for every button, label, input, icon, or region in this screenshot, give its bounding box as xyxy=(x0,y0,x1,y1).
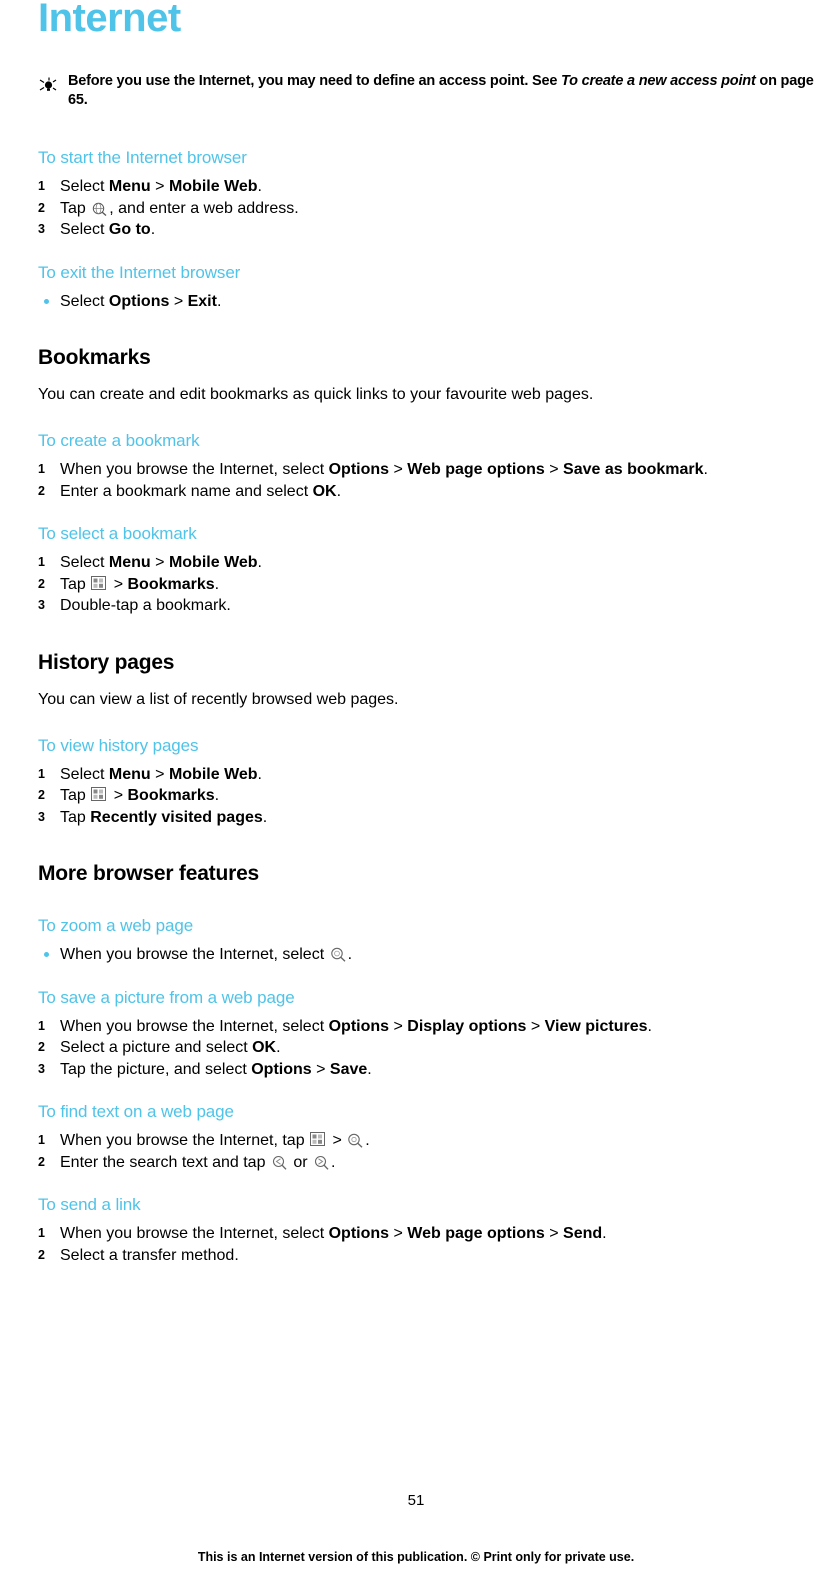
steps-to-start-internet-browser: 1 Select Menu > Mobile Web. 2 Tap , and en… xyxy=(38,176,828,241)
page-content: Before you use the Internet, you may nee… xyxy=(38,72,828,1266)
list-item: 1 Select Menu > Mobile Web. xyxy=(38,176,828,198)
step-number: 1 xyxy=(38,766,45,781)
list-item: 2 Tap , and enter a web address. xyxy=(38,198,828,220)
step-number: 1 xyxy=(38,179,45,193)
page-number: 51 xyxy=(407,1492,425,1509)
list-item: Select Options > Exit. xyxy=(38,291,828,313)
heading-to-view-history-pages: To view history pages xyxy=(38,735,199,755)
step-number: 1 xyxy=(38,1018,45,1033)
list-item: 1 When you browse the Internet, select Op… xyxy=(38,459,828,481)
list-item: 3 Tap the picture, and select Options > S… xyxy=(38,1059,828,1081)
steps-to-zoom-a-web-page: When you browse the Internet, select . xyxy=(38,944,828,966)
list-item: 3 Tap Recently visited pages. xyxy=(38,807,828,829)
steps-to-send-a-link: 1 When you browse the Internet, select Op… xyxy=(38,1223,828,1266)
list-item: 1 When you browse the Internet, select Op… xyxy=(38,1223,828,1245)
heading-to-zoom-a-web-page: To zoom a web page xyxy=(38,916,194,935)
bookmarks-body: You can create and edit bookmarks as qui… xyxy=(38,386,594,403)
step-number: 1 xyxy=(38,555,45,569)
heading-bookmarks: Bookmarks xyxy=(38,346,151,369)
step-number: 2 xyxy=(38,1040,45,1054)
step-number: 2 xyxy=(38,483,45,498)
bullet-icon xyxy=(44,298,49,304)
steps-to-select-a-bookmark: 1 Select Menu > Mobile Web. 2 Tap > Bookma… xyxy=(38,552,828,617)
step-number: 2 xyxy=(38,1154,45,1169)
step-number: 1 xyxy=(38,462,45,476)
list-item: 2 Select a transfer method. xyxy=(38,1245,828,1267)
tip-text-part-1: Before you use the Internet, you may nee… xyxy=(68,73,562,89)
heading-to-save-a-picture-from-a-web-page: To save a picture from a web page xyxy=(38,987,295,1007)
list-item: 2 Select a picture and select OK. xyxy=(38,1037,828,1059)
steps-to-create-a-bookmark: 1 When you browse the Internet, select Op… xyxy=(38,459,828,502)
list-item: 2 Tap > Bookmarks. xyxy=(38,785,828,807)
history-pages-body: You can view a list of recently browsed … xyxy=(38,690,399,708)
step-number: 1 xyxy=(38,1133,45,1147)
zoom-icon xyxy=(330,946,347,962)
list-item: 3 Double-tap a bookmark. xyxy=(38,595,828,617)
document-page: Internet Before you use the Internet, yo… xyxy=(0,0,832,1585)
step-number: 2 xyxy=(38,200,45,215)
list-item: 1 Select Menu > Mobile Web. xyxy=(38,552,828,574)
step-number: 2 xyxy=(38,788,45,802)
page-title: Internet xyxy=(38,0,181,40)
find-prev-icon xyxy=(271,1154,288,1170)
heading-more-browser-features: More browser features xyxy=(38,862,260,885)
find-next-icon xyxy=(313,1154,330,1170)
heading-to-start-internet-browser: To start the Internet browser xyxy=(38,148,247,167)
tip-text-emphasis: To create a new access point xyxy=(561,73,756,89)
heading-to-find-text-on-a-web-page: To find text on a web page xyxy=(38,1102,234,1121)
heading-to-send-a-link: To send a link xyxy=(38,1195,141,1214)
tip-note-text: Before you use the Internet, you may nee… xyxy=(68,72,828,110)
list-item: 1 When you browse the Internet, select Op… xyxy=(38,1016,828,1038)
step-number: 3 xyxy=(38,809,45,824)
bookmark-grid-icon xyxy=(91,787,108,803)
bullet-icon xyxy=(44,952,49,957)
heading-to-create-a-bookmark: To create a bookmark xyxy=(38,431,200,450)
tip-note: Before you use the Internet, you may nee… xyxy=(38,72,828,110)
list-item: 2 Enter the search text and tap or . xyxy=(38,1152,828,1174)
step-number: 3 xyxy=(38,1061,45,1076)
find-icon xyxy=(347,1132,364,1148)
list-item: 2 Enter a bookmark name and select OK. xyxy=(38,481,828,503)
list-item: When you browse the Internet, select . xyxy=(38,944,828,966)
steps-to-save-a-picture-from-a-web-page: 1 When you browse the Internet, select Op… xyxy=(38,1016,828,1081)
bookmark-grid-icon xyxy=(91,575,108,592)
globe-pencil-icon xyxy=(91,200,108,216)
steps-to-view-history-pages: 1 Select Menu > Mobile Web. 2 Tap > Bookma… xyxy=(38,764,828,829)
heading-history-pages: History pages xyxy=(38,650,175,674)
footer-note: This is an Internet version of this publ… xyxy=(197,1550,635,1564)
step-number: 2 xyxy=(38,1247,45,1262)
list-item: 1 Select Menu > Mobile Web. xyxy=(38,764,828,786)
steps-to-exit-internet-browser: Select Options > Exit. xyxy=(38,291,828,313)
step-number: 2 xyxy=(38,576,45,591)
tip-bulb-icon xyxy=(38,72,68,98)
step-number: 3 xyxy=(38,222,45,236)
bookmark-grid-icon xyxy=(310,1132,327,1148)
list-item: 3 Select Go to. xyxy=(38,219,828,241)
step-number: 3 xyxy=(38,598,45,612)
heading-to-select-a-bookmark: To select a bookmark xyxy=(38,524,197,543)
list-item: 1 When you browse the Internet, tap > . xyxy=(38,1130,828,1152)
step-number: 1 xyxy=(38,1226,45,1240)
list-item: 2 Tap > Bookmarks. xyxy=(38,574,828,596)
steps-to-find-text-on-a-web-page: 1 When you browse the Internet, tap > . 2… xyxy=(38,1130,828,1173)
heading-to-exit-internet-browser: To exit the Internet browser xyxy=(38,262,241,282)
